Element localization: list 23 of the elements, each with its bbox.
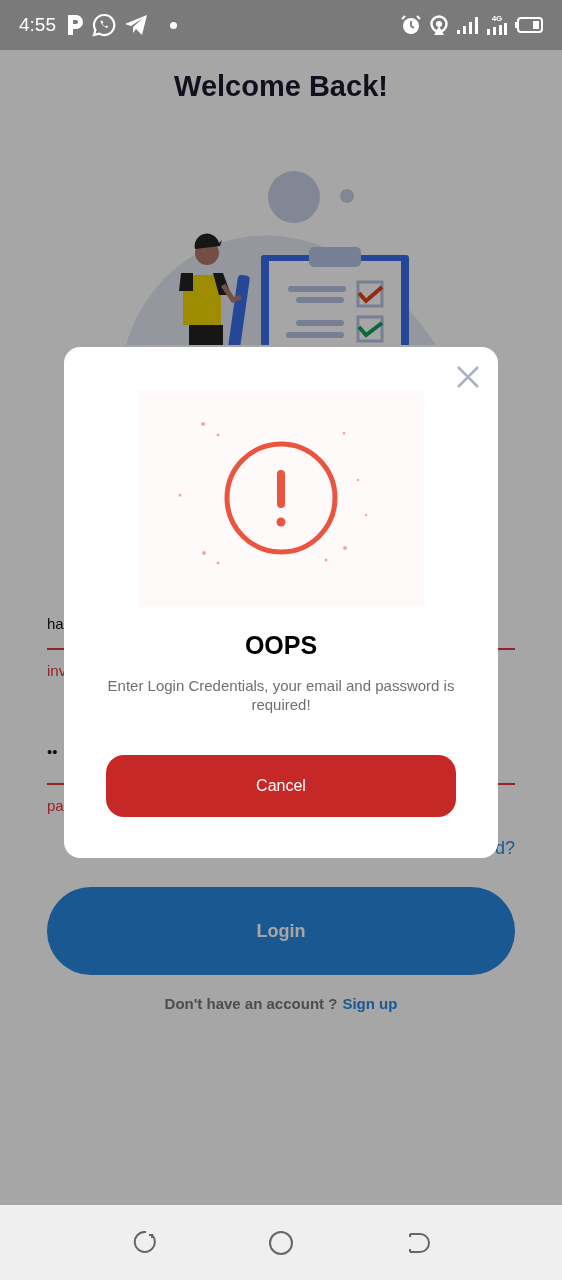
signup-link[interactable]: Sign up (342, 995, 398, 1012)
network-type: 4G (491, 15, 503, 23)
dialog-message: Enter Login Credentials, your email and password is required! (106, 676, 456, 714)
back-icon[interactable] (406, 1230, 430, 1255)
parking-app-icon (66, 14, 84, 36)
page-title: Welcome Back! (173, 70, 389, 103)
home-icon[interactable] (268, 1229, 294, 1256)
alarm-clock-icon (401, 15, 421, 35)
battery-icon (515, 17, 543, 33)
hotspot-icon (429, 15, 449, 35)
login-button[interactable]: Login (47, 887, 515, 975)
recent-apps-icon[interactable] (132, 1230, 156, 1255)
chat-bubble-icon (92, 13, 116, 37)
signup-prompt: Don't have an account ? (164, 995, 338, 1012)
dialog-title: OOPS (244, 631, 318, 660)
notification-dot-icon (170, 21, 177, 29)
forgot-password-link[interactable]: d? (494, 838, 515, 859)
cancel-button[interactable]: Cancel (106, 755, 456, 817)
clock: 4:55 (19, 14, 56, 36)
password-error-text: pa (47, 797, 65, 814)
signal-icon (487, 23, 507, 35)
paper-plane-icon (124, 14, 148, 36)
signal-icon (457, 16, 479, 34)
